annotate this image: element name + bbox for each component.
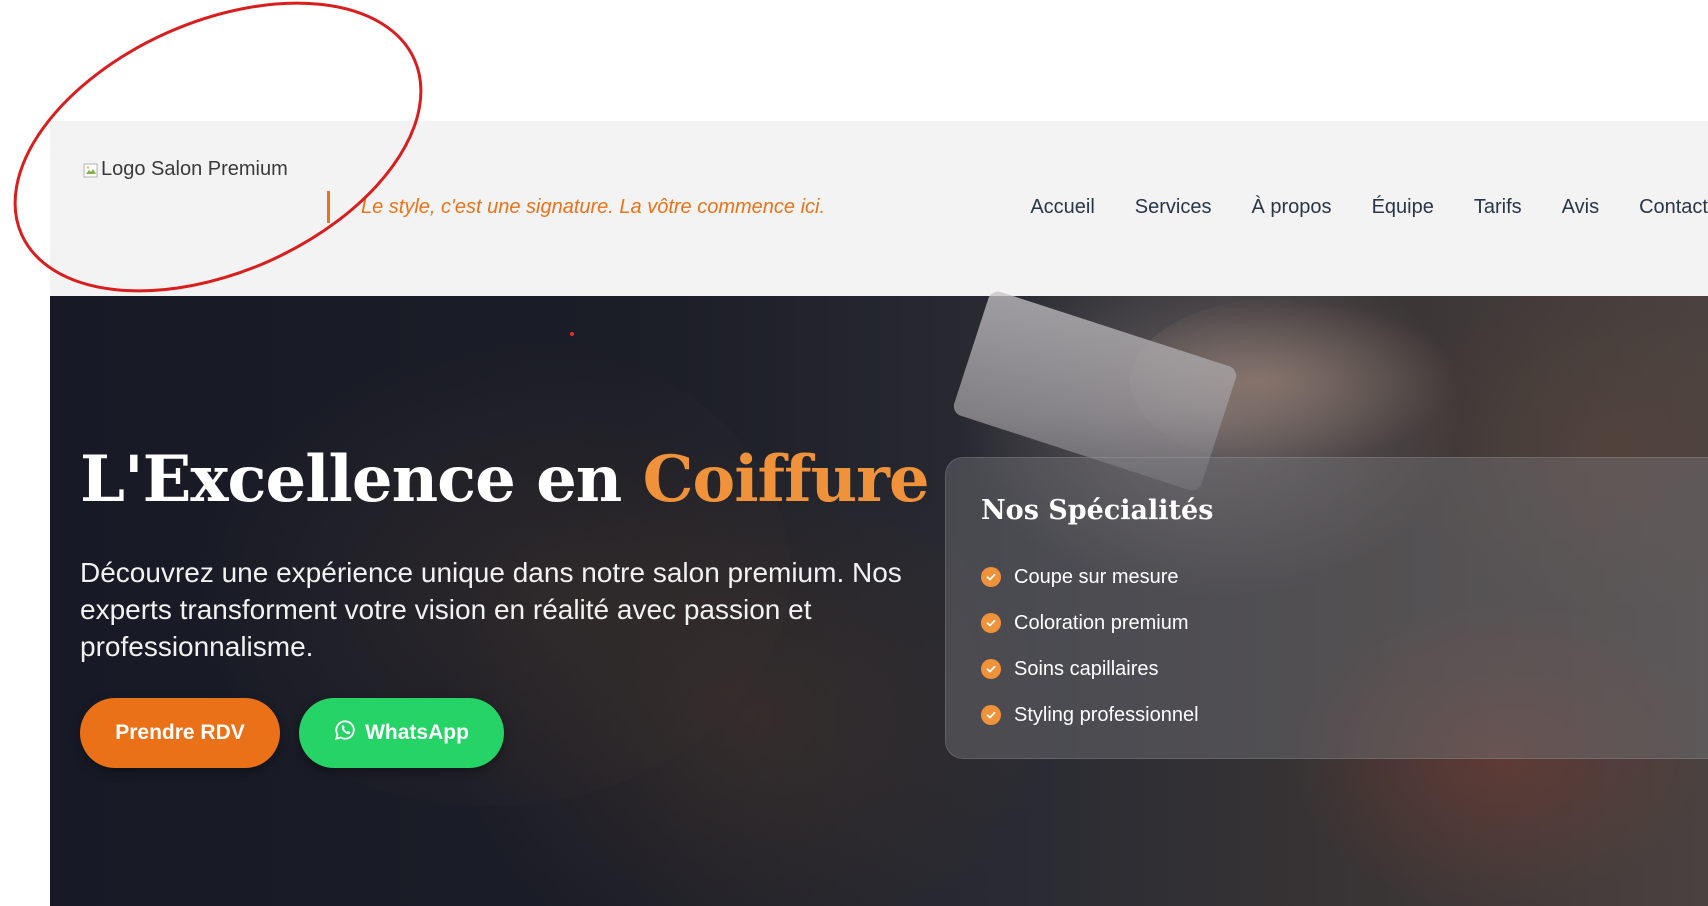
specialty-item: Coupe sur mesure <box>981 554 1199 600</box>
specialty-label: Coupe sur mesure <box>1014 565 1179 588</box>
site-header: Logo Salon Premium Le style, c'est une s… <box>50 121 1708 296</box>
background-dot <box>570 332 574 336</box>
check-circle-icon <box>981 659 1001 679</box>
nav-avis[interactable]: Avis <box>1562 196 1599 219</box>
check-circle-icon <box>981 705 1001 725</box>
specialties-list: Coupe sur mesure Coloration premium Soin… <box>981 554 1199 738</box>
nav-tarifs[interactable]: Tarifs <box>1474 196 1522 219</box>
specialty-label: Coloration premium <box>1014 611 1189 634</box>
specialties-title: Nos Spécialités <box>981 495 1214 526</box>
specialty-item: Coloration premium <box>981 600 1199 646</box>
appointment-button[interactable]: Prendre RDV <box>80 698 280 768</box>
tagline: Le style, c'est une signature. La vôtre … <box>327 191 825 223</box>
broken-image-icon <box>83 162 99 178</box>
check-circle-icon <box>981 567 1001 587</box>
specialty-item: Soins capillaires <box>981 646 1199 692</box>
nav-accueil[interactable]: Accueil <box>1030 196 1094 219</box>
hero-description: Découvrez une expérience unique dans not… <box>80 557 902 662</box>
whatsapp-icon <box>334 719 356 747</box>
hero-title-accent: Coiffure <box>642 442 930 517</box>
main-nav: Accueil Services À propos Équipe Tarifs … <box>1030 191 1708 223</box>
whatsapp-button-label: WhatsApp <box>365 721 469 744</box>
hero-title-main: L'Excellence en <box>80 442 643 517</box>
hero-section: L'Excellence en Coiffure Découvrez une e… <box>50 289 1708 906</box>
nav-equipe[interactable]: Équipe <box>1372 196 1434 219</box>
logo-alt-text: Logo Salon Premium <box>101 158 288 180</box>
whatsapp-button[interactable]: WhatsApp <box>299 698 504 768</box>
nav-a-propos[interactable]: À propos <box>1252 196 1332 219</box>
nav-services[interactable]: Services <box>1135 196 1212 219</box>
specialty-item: Styling professionnel <box>981 692 1199 738</box>
logo[interactable]: Logo Salon Premium <box>83 158 288 181</box>
hero-title: L'Excellence en Coiffure <box>80 442 930 517</box>
check-circle-icon <box>981 613 1001 633</box>
specialties-card: Nos Spécialités Coupe sur mesure Colorat… <box>945 457 1708 759</box>
specialty-label: Soins capillaires <box>1014 657 1159 680</box>
specialty-label: Styling professionnel <box>1014 703 1199 726</box>
nav-contact[interactable]: Contact <box>1639 196 1708 219</box>
appointment-button-label: Prendre RDV <box>115 721 245 744</box>
page: Logo Salon Premium Le style, c'est une s… <box>50 121 1708 906</box>
